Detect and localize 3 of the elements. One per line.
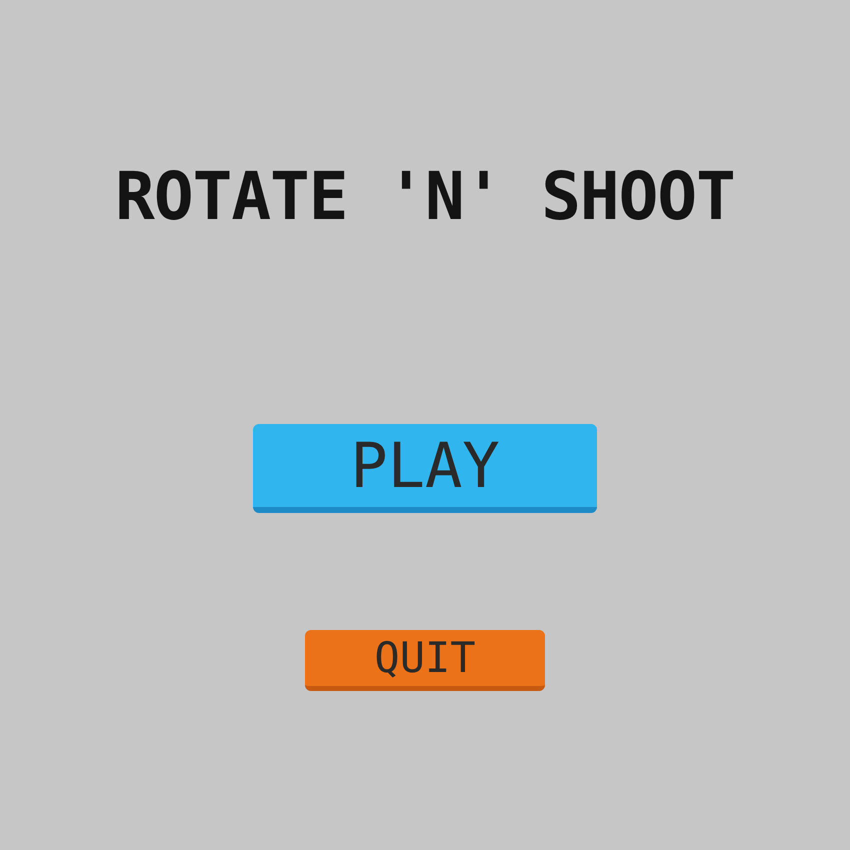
quit-button[interactable]: QUIT: [305, 630, 545, 691]
game-title: ROTATE 'N' SHOOT: [115, 164, 735, 230]
play-button[interactable]: PLAY: [253, 424, 597, 513]
